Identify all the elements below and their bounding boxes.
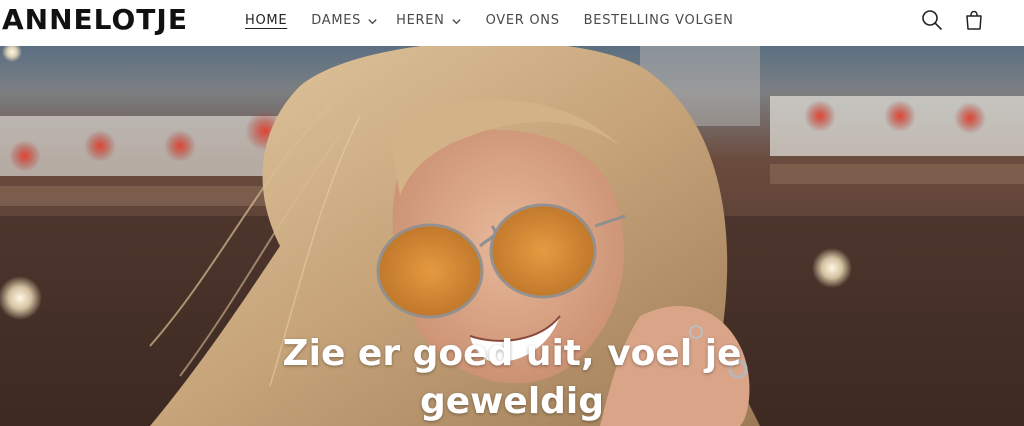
search-button[interactable]	[920, 8, 944, 32]
nav-item-home[interactable]: HOME	[245, 13, 287, 28]
hero-banner: Zie er goed uit, voel je geweldig	[0, 46, 1024, 426]
nav-item-label: HEREN	[396, 12, 445, 28]
site-header: ANNELOTJE HOME DAMES HEREN OVER ONS BEST…	[0, 0, 1024, 46]
nav-item-dames[interactable]: DAMES	[311, 13, 378, 28]
hero-heading-line1: Zie er goed uit, voel je	[282, 333, 742, 374]
chevron-down-icon	[451, 18, 461, 24]
site-logo[interactable]: ANNELOTJE	[2, 3, 188, 37]
nav-item-over-ons[interactable]: OVER ONS	[486, 13, 560, 28]
hero-heading: Zie er goed uit, voel je geweldig	[212, 330, 812, 426]
nav-item-label: DAMES	[311, 12, 362, 28]
search-icon	[922, 10, 942, 30]
chevron-down-icon	[368, 18, 377, 24]
shopping-bag-icon	[966, 10, 982, 30]
nav-item-label: HOME	[245, 12, 288, 28]
nav-item-bestelling-volgen[interactable]: BESTELLING VOLGEN	[584, 13, 734, 28]
main-nav: HOME DAMES HEREN OVER ONS BESTELLING VOL…	[245, 0, 734, 40]
nav-item-label: BESTELLING VOLGEN	[583, 12, 734, 28]
hero-heading-line2: geweldig	[419, 381, 605, 422]
nav-item-heren[interactable]: HEREN	[396, 13, 461, 28]
nav-item-label: OVER ONS	[485, 12, 560, 28]
cart-button[interactable]	[962, 8, 986, 32]
